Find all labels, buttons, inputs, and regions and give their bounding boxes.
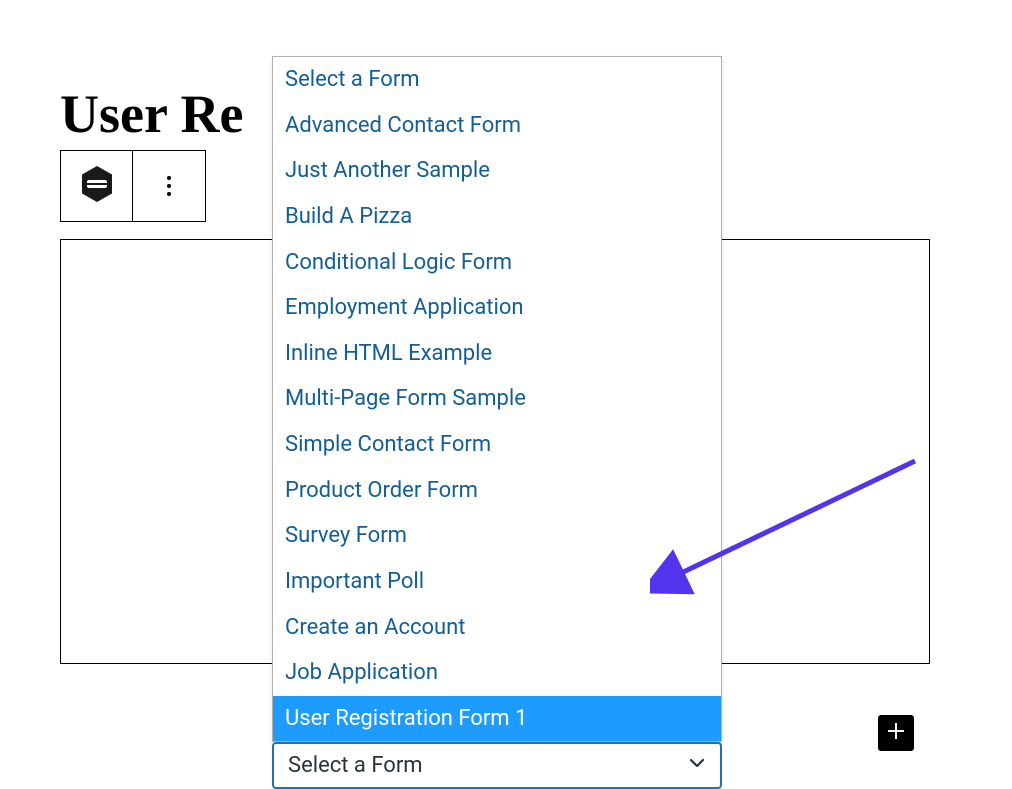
dropdown-item[interactable]: Conditional Logic Form — [273, 240, 721, 286]
block-toolbar — [60, 150, 206, 222]
block-hex-icon — [80, 165, 114, 207]
dropdown-item[interactable]: Survey Form — [273, 513, 721, 559]
dropdown-item-highlighted[interactable]: User Registration Form 1 — [273, 696, 721, 742]
form-select-trigger[interactable]: Select a Form — [272, 742, 722, 789]
dropdown-list: Select a Form Advanced Contact Form Just… — [272, 56, 722, 742]
dropdown-item[interactable]: Just Another Sample — [273, 148, 721, 194]
dropdown-item[interactable]: Multi-Page Form Sample — [273, 376, 721, 422]
plus-icon — [884, 719, 908, 747]
page-title: User Re — [60, 83, 243, 145]
dropdown-item[interactable]: Create an Account — [273, 605, 721, 651]
dropdown-item[interactable]: Inline HTML Example — [273, 331, 721, 377]
form-select-dropdown: Select a Form Advanced Contact Form Just… — [272, 56, 722, 789]
add-block-button[interactable] — [878, 715, 914, 751]
dropdown-item[interactable]: Job Application — [273, 650, 721, 696]
dropdown-item[interactable]: Product Order Form — [273, 468, 721, 514]
dropdown-item[interactable]: Advanced Contact Form — [273, 103, 721, 149]
select-trigger-label: Select a Form — [288, 753, 423, 778]
more-vertical-icon — [167, 176, 171, 196]
dropdown-item[interactable]: Select a Form — [273, 57, 721, 103]
dropdown-item[interactable]: Build A Pizza — [273, 194, 721, 240]
block-type-button[interactable] — [61, 151, 133, 221]
dropdown-item[interactable]: Important Poll — [273, 559, 721, 605]
chevron-down-icon — [688, 753, 706, 778]
block-options-button[interactable] — [133, 151, 205, 221]
dropdown-item[interactable]: Simple Contact Form — [273, 422, 721, 468]
dropdown-item[interactable]: Employment Application — [273, 285, 721, 331]
